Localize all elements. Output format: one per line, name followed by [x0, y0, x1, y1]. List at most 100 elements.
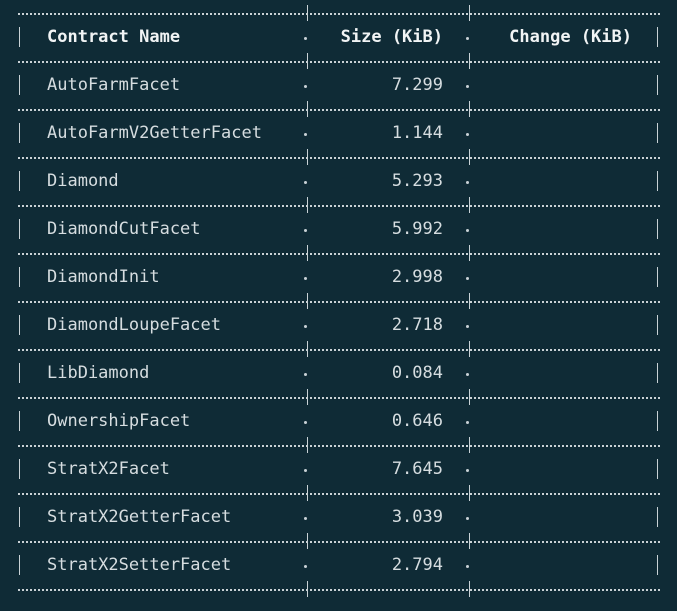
row-separator	[18, 205, 660, 207]
row-separator	[18, 493, 660, 495]
column-separator	[307, 101, 308, 117]
left-border	[19, 411, 20, 431]
column-separator-dot	[466, 469, 469, 472]
size-cell: 0.646	[391, 411, 443, 431]
column-separator	[469, 437, 470, 453]
column-separator-dot	[466, 325, 469, 328]
contract-name-cell: AutoFarmFacet	[47, 75, 181, 95]
column-separator-dot	[304, 373, 307, 376]
column-separator	[307, 485, 308, 501]
right-border	[657, 315, 658, 335]
column-separator	[307, 389, 308, 405]
size-cell: 3.039	[391, 507, 443, 527]
column-separator	[469, 197, 470, 213]
column-separator-dot	[304, 37, 307, 40]
row-separator	[18, 589, 660, 591]
right-border	[657, 459, 658, 479]
column-separator-dot	[304, 421, 307, 424]
right-border	[657, 267, 658, 287]
row-separator	[18, 13, 660, 15]
right-border	[657, 123, 658, 143]
left-border	[19, 219, 20, 239]
column-separator-dot	[466, 229, 469, 232]
column-separator	[469, 389, 470, 405]
contract-name-cell: StratX2SetterFacet	[47, 555, 232, 575]
column-separator-dot	[304, 133, 307, 136]
row-separator	[18, 61, 660, 63]
contract-name-cell: StratX2Facet	[47, 459, 170, 479]
row-separator	[18, 397, 660, 399]
header-change: Change (KiB)	[509, 27, 632, 47]
header-contract-name: Contract Name	[47, 27, 181, 47]
size-cell: 7.299	[391, 75, 443, 95]
right-border	[657, 75, 658, 95]
size-cell: 7.645	[391, 459, 443, 479]
column-separator	[307, 581, 308, 597]
contract-name-cell: AutoFarmV2GetterFacet	[47, 123, 262, 143]
column-separator-dot	[466, 37, 469, 40]
change-cell	[474, 217, 632, 241]
change-cell	[474, 265, 632, 289]
column-separator-dot	[304, 277, 307, 280]
row-separator	[18, 253, 660, 255]
right-border	[657, 411, 658, 431]
column-separator-dot	[466, 181, 469, 184]
column-separator-dot	[304, 325, 307, 328]
size-cell: 5.293	[391, 171, 443, 191]
right-border	[657, 507, 658, 527]
change-cell	[474, 553, 632, 577]
column-separator	[307, 437, 308, 453]
contract-name-cell: DiamondCutFacet	[47, 219, 201, 239]
column-separator	[469, 245, 470, 261]
contract-name-cell: DiamondInit	[47, 267, 160, 287]
row-separator	[18, 445, 660, 447]
left-border	[19, 27, 20, 47]
size-cell: 5.992	[391, 219, 443, 239]
size-cell: 2.998	[391, 267, 443, 287]
column-separator	[307, 197, 308, 213]
contract-name-cell: LibDiamond	[47, 363, 150, 383]
right-border	[657, 555, 658, 575]
left-border	[19, 123, 20, 143]
left-border	[19, 507, 20, 527]
terminal-output: Contract Name Size (KiB) Change (KiB) AutoF…	[0, 0, 677, 611]
change-cell	[474, 313, 632, 337]
header-size: Size (KiB)	[340, 27, 443, 47]
column-separator-dot	[304, 85, 307, 88]
contract-name-cell: DiamondLoupeFacet	[47, 315, 221, 335]
column-separator	[469, 581, 470, 597]
size-cell: 0.084	[391, 363, 443, 383]
row-separator	[18, 349, 660, 351]
column-separator-dot	[466, 373, 469, 376]
contract-name-cell: StratX2GetterFacet	[47, 507, 232, 527]
left-border	[19, 459, 20, 479]
column-separator-dot	[304, 229, 307, 232]
left-border	[19, 315, 20, 335]
size-cell: 2.718	[391, 315, 443, 335]
right-border	[657, 27, 658, 47]
change-cell	[474, 505, 632, 529]
column-separator	[469, 5, 470, 21]
column-separator-dot	[466, 277, 469, 280]
row-separator	[18, 541, 660, 543]
contract-name-cell: Diamond	[47, 171, 119, 191]
column-separator	[307, 245, 308, 261]
column-separator	[307, 293, 308, 309]
change-cell	[474, 73, 632, 97]
column-separator	[469, 293, 470, 309]
column-separator-dot	[466, 421, 469, 424]
size-cell: 2.794	[391, 555, 443, 575]
column-separator-dot	[466, 85, 469, 88]
column-separator	[307, 149, 308, 165]
column-separator	[307, 341, 308, 357]
column-separator	[307, 533, 308, 549]
left-border	[19, 555, 20, 575]
left-border	[19, 75, 20, 95]
column-separator	[469, 485, 470, 501]
change-cell	[474, 361, 632, 385]
column-separator	[469, 149, 470, 165]
row-separator	[18, 157, 660, 159]
column-separator	[307, 5, 308, 21]
column-separator-dot	[304, 469, 307, 472]
column-separator	[307, 53, 308, 69]
